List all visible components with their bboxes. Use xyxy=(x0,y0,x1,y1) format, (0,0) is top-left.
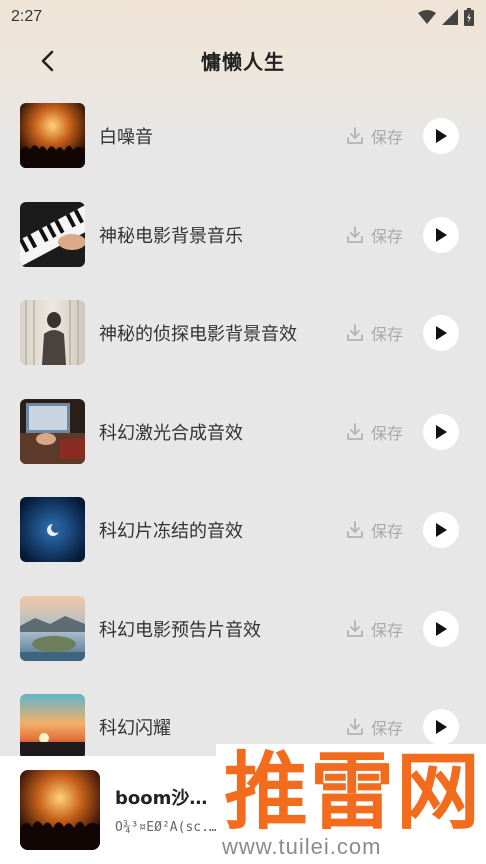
play-icon xyxy=(436,622,447,636)
item-title: 科幻片冻结的音效 xyxy=(99,521,243,542)
save-label: 保存 xyxy=(371,227,404,246)
watermark: 推雷网 www.tuilei.com xyxy=(216,744,486,864)
list-item[interactable]: 神秘的侦探电影背景音效 保存 xyxy=(0,300,486,380)
save-label: 保存 xyxy=(371,621,404,640)
item-thumbnail xyxy=(20,300,85,365)
play-button[interactable] xyxy=(423,217,459,253)
download-icon xyxy=(347,127,363,144)
play-button[interactable] xyxy=(423,118,459,154)
play-icon xyxy=(436,523,447,537)
watermark-url: www.tuilei.com xyxy=(222,834,382,859)
item-thumbnail xyxy=(20,399,85,464)
status-bar: 2:27 xyxy=(0,0,486,34)
battery-icon xyxy=(464,8,474,26)
list-item[interactable]: 科幻片冻结的音效 保存 xyxy=(0,497,486,577)
item-title: 科幻电影预告片音效 xyxy=(99,620,261,641)
item-thumbnail xyxy=(20,497,85,562)
download-icon xyxy=(347,423,363,440)
mini-player-thumbnail xyxy=(20,770,100,850)
download-icon xyxy=(347,620,363,637)
list-item[interactable]: 科幻激光合成音效 保存 xyxy=(0,399,486,479)
save-button[interactable]: 保存 xyxy=(345,320,403,346)
back-button[interactable] xyxy=(30,44,64,78)
status-icons xyxy=(418,8,474,26)
item-thumbnail xyxy=(20,103,85,168)
download-icon xyxy=(347,226,363,243)
item-thumbnail xyxy=(20,596,85,661)
wifi-icon xyxy=(418,10,436,24)
play-button[interactable] xyxy=(423,315,459,351)
item-title: 科幻闪耀 xyxy=(99,718,171,739)
save-button[interactable]: 保存 xyxy=(345,714,403,740)
download-icon xyxy=(347,324,363,341)
save-button[interactable]: 保存 xyxy=(345,419,403,445)
download-icon xyxy=(347,521,363,538)
play-button[interactable] xyxy=(423,611,459,647)
play-button[interactable] xyxy=(423,512,459,548)
page-title: 慵懒人生 xyxy=(201,49,285,74)
mini-player-subtitle: Õ¾³¤ËØ²Ä(sc... xyxy=(115,820,217,835)
save-label: 保存 xyxy=(371,128,404,147)
save-label: 保存 xyxy=(371,522,404,541)
status-time: 2:27 xyxy=(11,8,43,25)
play-icon xyxy=(436,425,447,439)
item-title: 科幻激光合成音效 xyxy=(99,423,243,444)
page-header: 慵懒人生 xyxy=(0,40,486,80)
play-button[interactable] xyxy=(423,709,459,745)
save-label: 保存 xyxy=(371,719,404,738)
item-title: 神秘的侦探电影背景音效 xyxy=(99,324,297,345)
list-item[interactable]: 神秘电影背景音乐 保存 xyxy=(0,202,486,282)
item-thumbnail xyxy=(20,202,85,267)
item-title: 神秘电影背景音乐 xyxy=(99,226,243,247)
list-item[interactable]: 科幻电影预告片音效 保存 xyxy=(0,596,486,676)
play-button[interactable] xyxy=(423,414,459,450)
play-icon xyxy=(436,129,447,143)
play-icon xyxy=(436,720,447,734)
save-button[interactable]: 保存 xyxy=(345,517,403,543)
save-button[interactable]: 保存 xyxy=(345,123,403,149)
play-icon xyxy=(436,326,447,340)
download-icon xyxy=(347,718,363,735)
mini-player-title: boom沙卡... xyxy=(115,788,215,809)
save-button[interactable]: 保存 xyxy=(345,616,403,642)
save-label: 保存 xyxy=(371,424,404,443)
item-thumbnail xyxy=(20,694,85,759)
save-label: 保存 xyxy=(371,325,404,344)
chevron-left-icon xyxy=(41,50,54,72)
play-icon xyxy=(436,228,447,242)
signal-icon xyxy=(442,9,458,25)
list-item[interactable]: 白噪音 保存 xyxy=(0,103,486,183)
save-button[interactable]: 保存 xyxy=(345,222,403,248)
item-title: 白噪音 xyxy=(99,127,153,148)
watermark-brand: 推雷网 xyxy=(224,743,483,841)
